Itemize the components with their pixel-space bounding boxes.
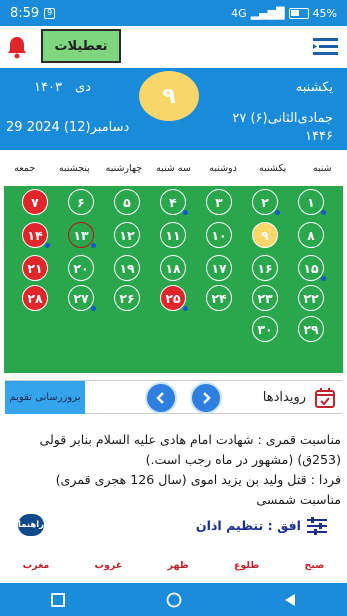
prayer-zohr[interactable]: ظهر [168,560,189,571]
prayer-toloo[interactable]: طلوع [234,560,259,571]
weekday-friday: جمعه [14,162,36,174]
hijri-date: ۲۷ جمادی‌الثانی(۶) ۱۴۴۶ [213,110,333,146]
calendar-day[interactable]: ۲۴ [206,285,232,311]
calendar-day[interactable]: ۹ [252,222,278,248]
weekday-header: شنبه یکشنبه دوشنبه سه شنبه چهارشنبه پنجش… [0,150,347,186]
calendar-day[interactable]: ۸ [298,222,324,248]
today-number: ۹ [139,71,199,121]
event-dot [321,210,326,215]
menu-icon[interactable] [313,38,338,56]
calendar-day[interactable]: ۷ [22,189,48,215]
holidays-button[interactable]: تعطیلات [41,29,121,63]
event-solar: مناسبت شمسی [256,492,341,507]
event-dot [45,243,50,248]
status-bar: 8:59 9 4G ▂▄▆█ 45% [0,0,347,26]
calendar-day[interactable]: ۴ [160,189,188,215]
prayer-sobh[interactable]: صبح [304,560,324,571]
sliders-icon[interactable] [307,517,327,535]
prayer-maghreb[interactable]: مغرب [23,560,50,571]
azan-row: راهنما افق : تنظیم اذان [0,512,347,540]
guide-button[interactable]: راهنما [18,514,44,536]
calendar-day[interactable]: ۲۰ [68,255,94,281]
weekday-sunday: یکشنبه [259,162,287,174]
weekday-tuesday: سه شنبه [156,162,191,174]
bell-icon[interactable] [6,35,28,59]
events-text: مناسبت قمری : شهادت امام هادی علیه السلا… [6,430,341,510]
calendar-day[interactable]: ۳ [206,189,232,215]
weekday-saturday: شنبه [312,162,332,174]
calendar-day[interactable]: ۱ [298,189,326,215]
hijri-day-month: ۲۷ جمادی‌الثانی(۶) [232,111,333,126]
calendar-day[interactable]: ۱۱ [160,222,186,248]
calendar-icon [315,388,335,408]
calendar-day[interactable]: ۲۶ [114,285,140,311]
calendar-day[interactable]: ۵ [114,189,140,215]
event-dot [183,306,188,311]
event-dot [183,210,188,215]
shamsi-year: ۱۴۰۳ [34,80,62,95]
weekday-monday: دوشنبه [209,162,237,174]
circle-home-icon[interactable] [166,592,182,608]
chevron-right-icon [203,392,211,404]
month-grid: ۱ ۲ ۳ ۴ ۵ ۶ ۷ ۸ ۹ ۱۰ ۱۱ ۱۲ ۱۳ ۱۴ ۱۵ ۱۶ ۱۷ ۱۸ ۱۹ ۲۰ ۲۱ ۲۲ ۲۳ ۲۴ ۲… [4,186,343,373]
event-dot [321,276,326,281]
calendar-day[interactable]: ۱۶ [252,255,278,281]
top-toolbar: تعطیلات [0,26,347,68]
calendar-day[interactable]: ۱۳ [68,222,96,248]
event-dot [91,243,96,248]
calendar-day[interactable]: ۱۲ [114,222,140,248]
prayer-ghoroob[interactable]: غروب [95,560,123,571]
weekday-wednesday: چهارشنبه [105,162,143,174]
event-dot [91,306,96,311]
event-tomorrow: فردا : قتل ولید بن یزید اموی (سال 126 هج… [55,472,341,487]
gregorian-date: 29 دسامبر(12) 2024 [6,120,130,135]
event-lunar: مناسبت قمری : شهادت امام هادی علیه السلا… [39,432,341,467]
events-bar: بروزرسانی تقویم رویدادها [5,380,342,414]
calendar-day[interactable]: ۲۵ [160,285,188,311]
day-name: یکشنبه [295,80,333,95]
calendar-day[interactable]: ۲۸ [22,285,48,311]
prayer-times-row: صبح طلوع ظهر غروب مغرب [0,555,347,575]
signal-icon: ▂▄▆█ [250,6,285,20]
weekday-thursday: پنجشنبه [58,162,90,174]
calendar-day[interactable]: ۱۵ [298,255,326,281]
previous-month-button[interactable] [145,382,177,414]
calendar-day[interactable]: ۶ [68,189,94,215]
calendar-day[interactable]: ۱۷ [206,255,232,281]
chevron-left-icon [156,392,164,404]
event-dot [275,210,280,215]
update-calendar-button[interactable]: بروزرسانی تقویم [5,381,85,414]
calendar-day[interactable]: ۲۹ [298,316,324,342]
calendar-day[interactable]: ۲۳ [252,285,278,311]
network-label: 4G [231,6,247,20]
calendar-day[interactable]: ۱۴ [22,222,50,248]
calendar-day[interactable]: ۲۲ [298,285,324,311]
calendar-day[interactable]: ۳۰ [252,316,278,342]
next-month-button[interactable] [190,382,222,414]
calendar-day[interactable]: ۲۱ [22,255,48,281]
calendar-day[interactable]: ۱۰ [206,222,232,248]
hijri-year: ۱۴۴۶ [305,129,333,144]
triangle-back-icon[interactable] [283,593,297,607]
date-header: یکشنبه ۲۷ جمادی‌الثانی(۶) ۱۴۴۶ ۹ دی ۱۴۰۳… [0,68,347,150]
azan-settings-link[interactable]: افق : تنظیم اذان [196,518,301,533]
system-nav-bar [0,583,347,616]
battery-percent: 45% [312,6,337,20]
calendar-day[interactable]: ۱۹ [114,255,140,281]
battery-icon [288,7,309,19]
calendar-day[interactable]: ۲ [252,189,280,215]
notification-icon: 9 [44,7,56,19]
calendar-day[interactable]: ۲۷ [68,285,96,311]
calendar-day[interactable]: ۱۸ [160,255,186,281]
events-title: رویدادها [262,390,306,405]
shamsi-month: دی [75,80,91,95]
status-time: 8:59 [10,5,40,21]
square-recent-icon[interactable] [50,592,65,607]
